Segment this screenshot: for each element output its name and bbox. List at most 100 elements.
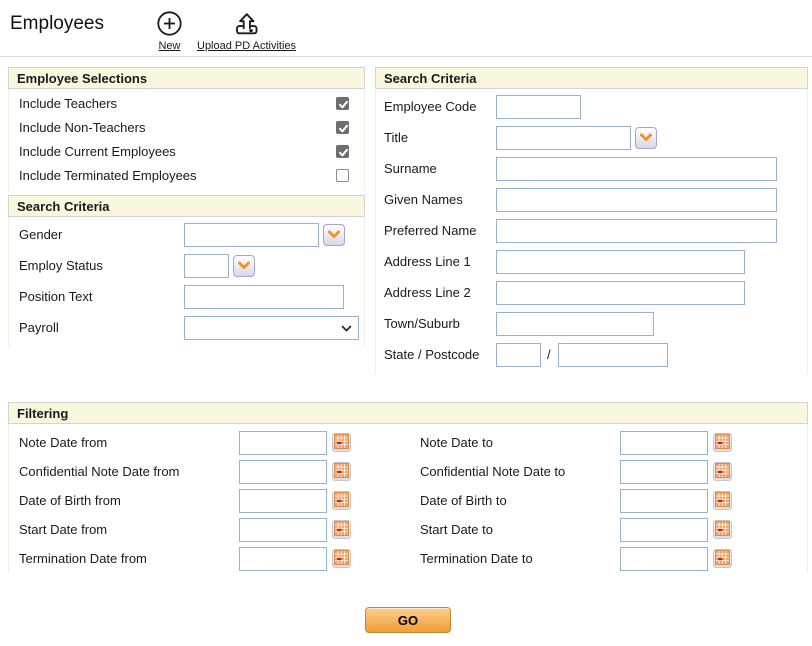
date-of-birth-from-row: Date of Birth from [9, 486, 408, 515]
start-date-from-row: Start Date from [9, 515, 408, 544]
go-button[interactable]: GO [365, 607, 451, 633]
date-of-birth-to-label: Date of Birth to [420, 493, 620, 508]
include-teachers-label: Include Teachers [19, 96, 336, 111]
confidential-note-date-to-row: Confidential Note Date to [408, 457, 807, 486]
surname-row: Surname [376, 153, 807, 184]
calendar-button[interactable] [332, 433, 351, 452]
confidential-note-date-to-input[interactable] [620, 460, 708, 484]
confidential-note-date-from-row: Confidential Note Date from [9, 457, 408, 486]
date-of-birth-from-label: Date of Birth from [19, 493, 239, 508]
include-current-employees-checkbox[interactable] [336, 145, 349, 158]
chevron-down-icon [341, 320, 352, 335]
payroll-select[interactable] [184, 316, 359, 340]
search-criteria-right-header: Search Criteria [375, 67, 808, 89]
employee-selections-header: Employee Selections [8, 67, 365, 89]
note-date-to-input[interactable] [620, 431, 708, 455]
include-terminated-employees-checkbox[interactable] [336, 169, 349, 182]
include-terminated-employees-row: Include Terminated Employees [9, 163, 364, 187]
filtering-panel: Filtering Note Date from Confidential No… [8, 402, 808, 573]
payroll-row: Payroll [9, 312, 364, 343]
date-of-birth-from-input[interactable] [239, 489, 327, 513]
include-non-teachers-checkbox[interactable] [336, 121, 349, 134]
upload-tray-icon [197, 6, 296, 37]
note-date-to-label: Note Date to [420, 435, 620, 450]
start-date-to-input[interactable] [620, 518, 708, 542]
state-postcode-separator: / [547, 347, 551, 362]
start-date-to-row: Start Date to [408, 515, 807, 544]
gender-dropdown-button[interactable] [323, 224, 345, 246]
title-input[interactable] [496, 126, 631, 150]
termination-date-from-input[interactable] [239, 547, 327, 571]
filtering-header: Filtering [8, 402, 808, 424]
employ-status-input[interactable] [184, 254, 229, 278]
note-date-from-input[interactable] [239, 431, 327, 455]
calendar-icon [334, 492, 349, 510]
calendar-button[interactable] [713, 520, 732, 539]
date-of-birth-to-input[interactable] [620, 489, 708, 513]
page-title: Employees [10, 6, 156, 35]
town-suburb-label: Town/Suburb [384, 316, 496, 331]
calendar-button[interactable] [332, 520, 351, 539]
address-line-1-row: Address Line 1 [376, 246, 807, 277]
search-criteria-left-header: Search Criteria [8, 195, 365, 217]
calendar-icon [334, 463, 349, 481]
employ-status-row: Employ Status [9, 250, 364, 281]
calendar-button[interactable] [713, 491, 732, 510]
preferred-name-row: Preferred Name [376, 215, 807, 246]
new-link-label[interactable]: New [158, 40, 180, 52]
given-names-label: Given Names [384, 192, 496, 207]
calendar-button[interactable] [713, 549, 732, 568]
termination-date-from-label: Termination Date from [19, 551, 239, 566]
title-dropdown-button[interactable] [635, 127, 657, 149]
start-date-to-label: Start Date to [420, 522, 620, 537]
employ-status-dropdown-button[interactable] [233, 255, 255, 277]
upload-pd-activities-button[interactable]: Upload PD Activities [197, 6, 296, 52]
confidential-note-date-from-input[interactable] [239, 460, 327, 484]
employ-status-label: Employ Status [19, 258, 184, 273]
termination-date-from-row: Termination Date from [9, 544, 408, 573]
gender-row: Gender [9, 219, 364, 250]
include-non-teachers-row: Include Non-Teachers [9, 115, 364, 139]
address-line-2-input[interactable] [496, 281, 745, 305]
date-of-birth-to-row: Date of Birth to [408, 486, 807, 515]
termination-date-to-row: Termination Date to [408, 544, 807, 573]
calendar-button[interactable] [713, 433, 732, 452]
calendar-icon [715, 463, 730, 481]
address-line-1-input[interactable] [496, 250, 745, 274]
upload-link-label[interactable]: Upload PD Activities [197, 40, 296, 52]
calendar-button[interactable] [332, 462, 351, 481]
given-names-input[interactable] [496, 188, 777, 212]
chevron-down-icon [237, 258, 251, 273]
title-label: Title [384, 130, 496, 145]
preferred-name-input[interactable] [496, 219, 777, 243]
include-teachers-checkbox[interactable] [336, 97, 349, 110]
postcode-input[interactable] [558, 343, 668, 367]
preferred-name-label: Preferred Name [384, 223, 496, 238]
termination-date-to-input[interactable] [620, 547, 708, 571]
termination-date-to-label: Termination Date to [420, 551, 620, 566]
town-suburb-input[interactable] [496, 312, 654, 336]
note-date-from-label: Note Date from [19, 435, 239, 450]
calendar-button[interactable] [332, 549, 351, 568]
calendar-button[interactable] [332, 491, 351, 510]
employee-code-row: Employee Code [376, 91, 807, 122]
confidential-note-date-from-label: Confidential Note Date from [19, 464, 239, 479]
calendar-icon [334, 434, 349, 452]
address-line-2-label: Address Line 2 [384, 285, 496, 300]
title-row: Title [376, 122, 807, 153]
position-text-row: Position Text [9, 281, 364, 312]
position-text-input[interactable] [184, 285, 344, 309]
calendar-icon [334, 550, 349, 568]
position-text-label: Position Text [19, 289, 184, 304]
gender-input[interactable] [184, 223, 319, 247]
top-bar: Employees New Upload PD Activities [0, 0, 812, 57]
state-input[interactable] [496, 343, 541, 367]
surname-input[interactable] [496, 157, 777, 181]
employee-code-input[interactable] [496, 95, 581, 119]
start-date-from-input[interactable] [239, 518, 327, 542]
note-date-to-row: Note Date to [408, 428, 807, 457]
calendar-button[interactable] [713, 462, 732, 481]
chevron-down-icon [639, 130, 653, 145]
search-criteria-right-panel: Search Criteria Employee Code Title Surn… [375, 67, 808, 374]
new-button[interactable]: New [156, 6, 183, 52]
